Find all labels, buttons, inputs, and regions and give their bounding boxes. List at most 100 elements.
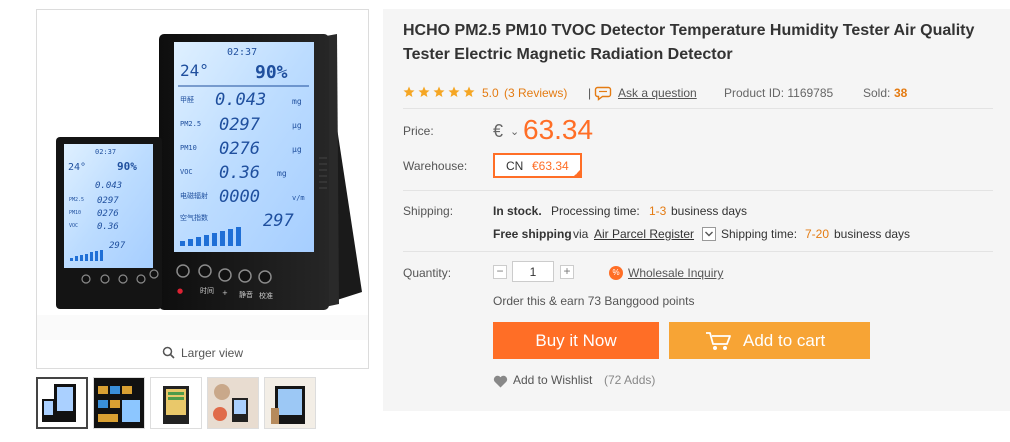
lcd-unit-vm: v/m	[292, 194, 305, 202]
quantity-label: Quantity:	[403, 266, 452, 280]
lcd-radiation-value: 0000	[219, 187, 260, 207]
product-info-panel: HCHO PM2.5 PM10 TVOC Detector Temperatur…	[383, 9, 1010, 411]
thumbnail-4[interactable]	[207, 377, 259, 429]
lcd-radiation-label: 电磁辐射	[180, 191, 208, 200]
meta-separator: |	[588, 86, 592, 100]
lcd-unit-ug-1: μg	[292, 121, 302, 130]
warehouse-code: CN	[506, 159, 524, 173]
shipping-time-value: 7-20	[805, 227, 830, 241]
sold-label: Sold:	[863, 86, 891, 100]
lcd-hcho-value: 0.043	[215, 90, 266, 110]
wholesale-inquiry-link[interactable]: Wholesale Inquiry	[628, 266, 723, 280]
lcd-aqi-label: 空气指数	[180, 213, 208, 222]
shipping-method-dropdown[interactable]	[702, 227, 716, 241]
free-shipping-label: Free shipping	[493, 227, 572, 241]
small-lcd-pm25-label: PM2.5	[69, 197, 84, 203]
product-title-line-2: Tester Electric Magnetic Radiation Detec…	[403, 46, 733, 63]
small-lcd-aqi: 297	[109, 241, 126, 251]
thumbnail-strip	[36, 377, 369, 431]
btn-label-time: 时间	[200, 286, 214, 295]
larger-view-label: Larger view	[180, 346, 244, 360]
quantity-decrease-button[interactable]: −	[493, 265, 507, 279]
lcd-pm25-label: PM2.5	[180, 120, 201, 128]
product-meta-row: 5.0 (3 Reviews) | Ask a question Product…	[403, 86, 993, 104]
stock-status: In stock.	[493, 204, 542, 218]
small-lcd-time: 02:37	[95, 148, 116, 156]
shipping-method-link[interactable]: Air Parcel Register	[594, 227, 694, 241]
percent-badge-icon: %	[609, 266, 623, 280]
lcd-hcho-label: 甲醛	[180, 95, 194, 104]
warehouse-price: €63.34	[532, 159, 569, 173]
rating-stars[interactable]	[403, 86, 477, 101]
lcd-voc-label: VOC	[180, 168, 193, 176]
lcd-pm25-value: 0297	[219, 115, 261, 135]
small-lcd-pm10: 0276	[97, 209, 119, 219]
divider	[403, 108, 993, 109]
divider	[403, 251, 993, 252]
thumbnail-2[interactable]	[93, 377, 145, 429]
thumbnail-4-image	[208, 378, 258, 428]
product-title-line-1: HCHO PM2.5 PM10 TVOC Detector Temperatur…	[403, 22, 975, 39]
thumbnail-5-image	[265, 378, 315, 428]
lcd-unit-mg-1: mg	[292, 97, 302, 106]
shipping-time-unit: business days	[834, 227, 911, 241]
divider	[403, 190, 993, 191]
small-lcd-temperature: 24°	[68, 162, 86, 173]
chat-bubble-icon[interactable]	[594, 85, 612, 104]
thumbnail-1-image	[38, 379, 86, 427]
lcd-voc-value: 0.36	[219, 163, 260, 183]
buy-it-now-button[interactable]: Buy it Now	[493, 322, 659, 359]
product-title: HCHO PM2.5 PM10 TVOC Detector Temperatur…	[403, 19, 993, 67]
thumbnail-3[interactable]	[150, 377, 202, 429]
quantity-input[interactable]	[512, 261, 554, 282]
small-lcd-pm10-label: PM10	[69, 210, 81, 216]
main-product-image[interactable]: 02:37 24° 90% 甲醛 0.043 mg PM2.5 0297 μg …	[37, 10, 368, 340]
shopping-cart-icon	[706, 332, 731, 350]
heart-icon[interactable]	[493, 375, 508, 391]
product-image-gallery: 02:37 24° 90% 甲醛 0.043 mg PM2.5 0297 μg …	[36, 9, 369, 369]
thumbnail-5[interactable]	[264, 377, 316, 429]
lcd-aqi-value: 297	[263, 211, 294, 231]
checkmark-icon: ✓	[574, 170, 580, 177]
processing-time-label: Processing time:	[551, 204, 640, 218]
add-to-cart-label: Add to cart	[743, 331, 826, 350]
product-price: 63.34	[523, 114, 594, 145]
small-lcd-pm25: 0297	[97, 196, 119, 206]
rating-value: 5.0	[482, 86, 499, 100]
shipping-label: Shipping:	[403, 204, 454, 218]
warehouse-label: Warehouse:	[403, 159, 468, 173]
small-lcd-hcho: 0.043	[95, 181, 122, 191]
lcd-humidity: 90%	[255, 62, 288, 83]
btn-label-calibrate: 校准	[259, 291, 273, 300]
currency-selector[interactable]: €	[493, 121, 503, 142]
thumbnail-2-image	[94, 378, 144, 428]
add-to-cart-button[interactable]: Add to cart	[669, 322, 870, 359]
thumbnail-1[interactable]	[36, 377, 88, 429]
warehouse-option-cn[interactable]: CN €63.34 ✓	[493, 153, 582, 178]
lcd-pm10-value: 0276	[219, 139, 260, 159]
lcd-time: 02:37	[227, 47, 257, 58]
processing-time-value: 1-3	[649, 204, 667, 218]
lcd-temperature: 24°	[180, 61, 209, 80]
ask-question-link[interactable]: Ask a question	[618, 86, 697, 100]
add-to-wishlist-link[interactable]: Add to Wishlist	[513, 373, 592, 387]
product-id: Product ID: 1169785	[724, 86, 834, 100]
shipping-time-label: Shipping time:	[721, 227, 798, 241]
reviews-link[interactable]: (3 Reviews)	[504, 86, 567, 100]
svg-text:●: ●	[177, 287, 183, 295]
sold-count: 38	[894, 86, 908, 100]
star-icons	[403, 86, 475, 97]
chevron-down-icon	[705, 231, 713, 237]
wishlist-count: (72 Adds)	[604, 373, 656, 387]
quantity-increase-button[interactable]: +	[560, 265, 574, 279]
small-lcd-voc-label: VOC	[69, 223, 78, 229]
lcd-pm10-label: PM10	[180, 144, 197, 152]
thumbnail-3-image	[151, 378, 201, 428]
reward-points-text: Order this & earn 73 Banggood points	[493, 294, 695, 308]
chevron-down-icon[interactable]: ⌄	[510, 125, 519, 138]
btn-label-mute: 静音	[239, 290, 253, 299]
price-label: Price:	[403, 124, 434, 138]
larger-view-link[interactable]: Larger view	[37, 346, 368, 360]
via-label: via	[573, 227, 589, 241]
btn-label-plus: +	[222, 289, 228, 297]
